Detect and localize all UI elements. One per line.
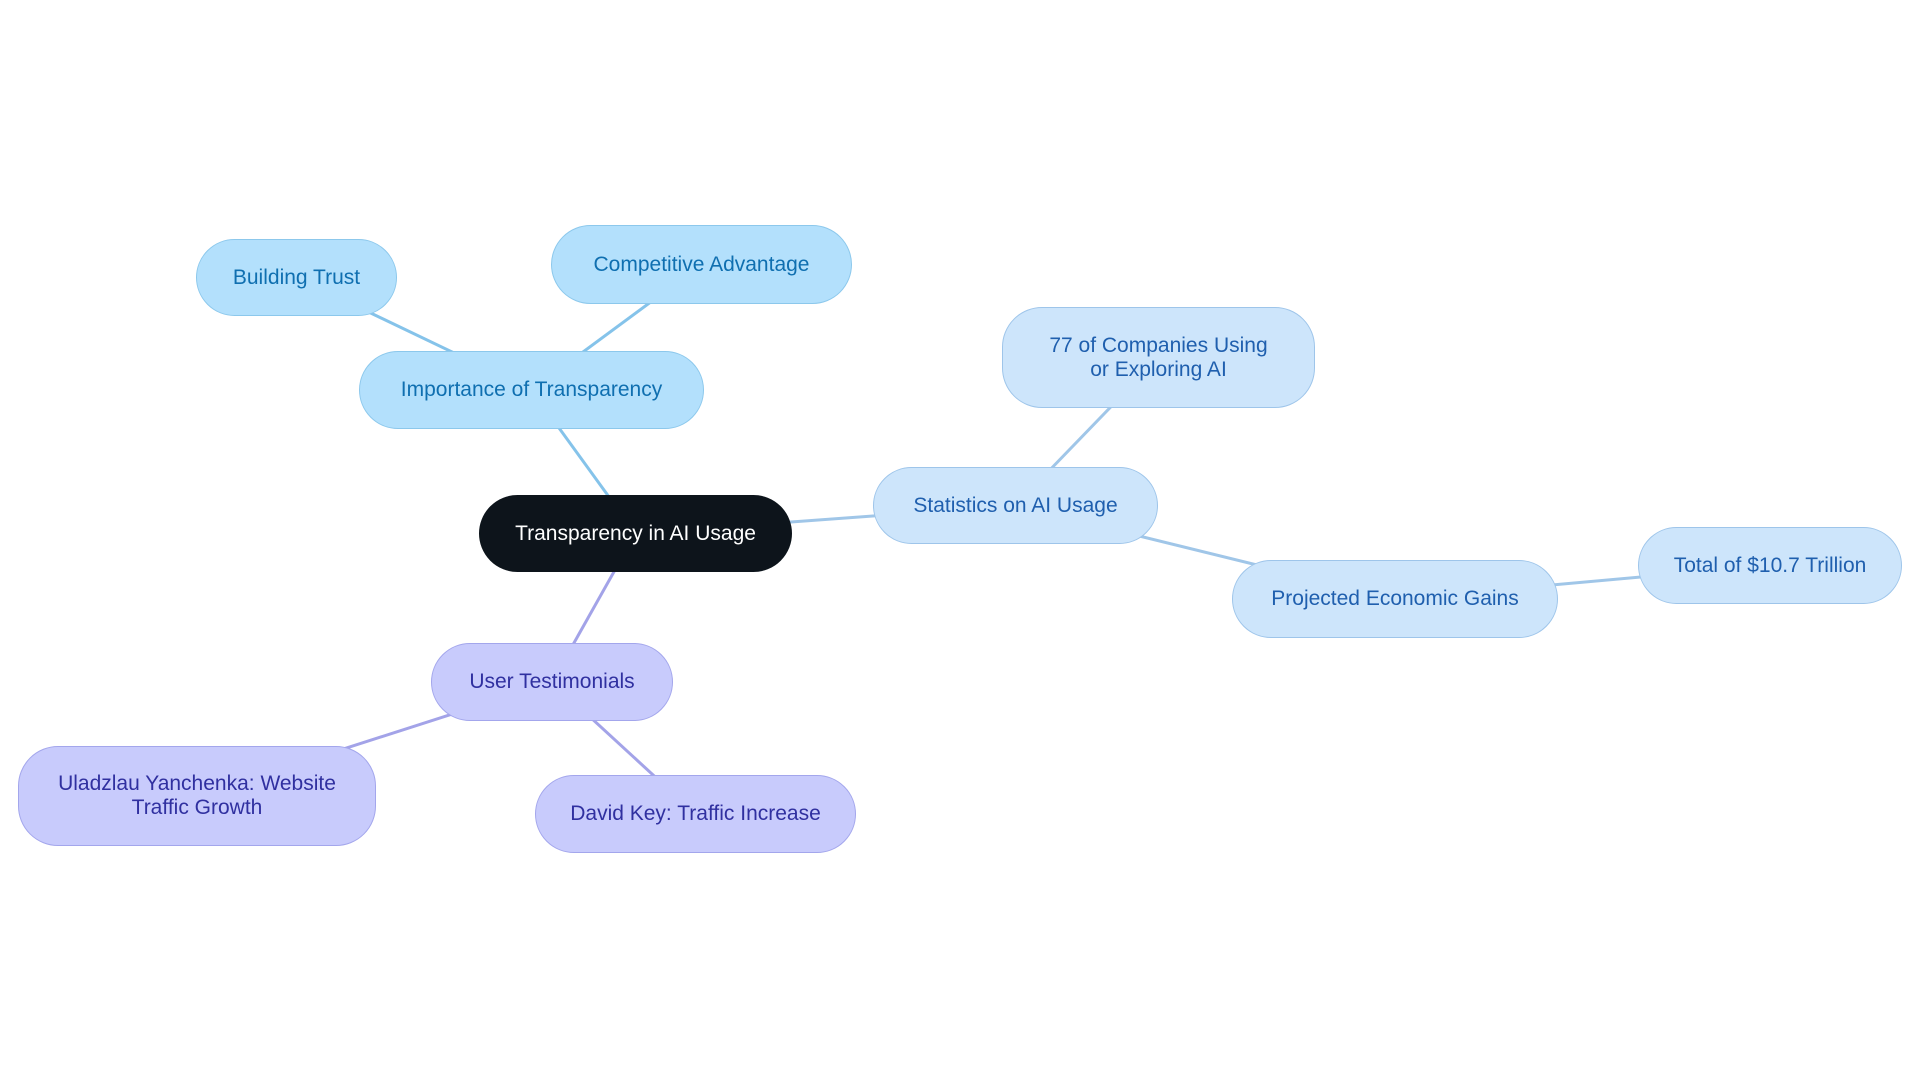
node-root[interactable]: Transparency in AI Usage bbox=[479, 495, 792, 572]
node-competitive-advantage[interactable]: Competitive Advantage bbox=[551, 225, 852, 304]
node-statistics-on-ai-usage[interactable]: Statistics on AI Usage bbox=[873, 467, 1158, 544]
node-uladzlau-yanchenka[interactable]: Uladzlau Yanchenka: Website Traffic Grow… bbox=[18, 746, 376, 846]
node-user-testimonials[interactable]: User Testimonials bbox=[431, 643, 673, 721]
node-projected-economic-gains[interactable]: Projected Economic Gains bbox=[1232, 560, 1558, 638]
node-david-key[interactable]: David Key: Traffic Increase bbox=[535, 775, 856, 853]
node-companies-using-ai[interactable]: 77 of Companies Using or Exploring AI bbox=[1002, 307, 1315, 408]
node-importance-of-transparency[interactable]: Importance of Transparency bbox=[359, 351, 704, 429]
node-building-trust[interactable]: Building Trust bbox=[196, 239, 397, 316]
node-total-trillion[interactable]: Total of $10.7 Trillion bbox=[1638, 527, 1902, 604]
